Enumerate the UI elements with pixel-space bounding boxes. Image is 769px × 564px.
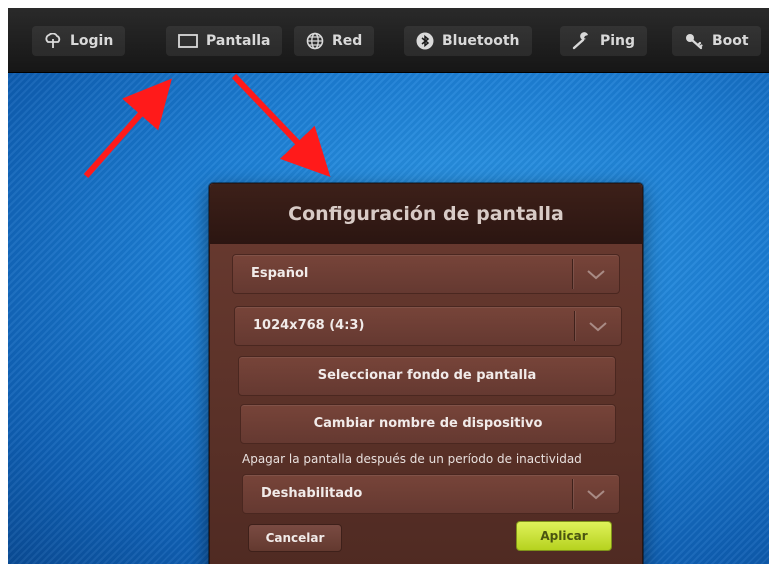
nav-item-label: Login	[70, 33, 114, 49]
screen-off-prompt: Apagar la pantalla después de un período…	[242, 452, 582, 466]
cancel-button[interactable]: Cancelar	[248, 524, 342, 552]
nav-item-label: Bluetooth	[442, 33, 520, 49]
cloud-login-icon	[44, 33, 62, 49]
bluetooth-icon	[416, 32, 434, 50]
rename-device-label: Cambiar nombre de dispositivo	[313, 416, 543, 431]
key-icon	[684, 32, 704, 50]
rename-device-button[interactable]: Cambiar nombre de dispositivo	[240, 404, 616, 444]
screen-off-select[interactable]: Deshabilitado	[242, 474, 620, 514]
nav-item-pantalla[interactable]: Pantalla	[166, 26, 283, 56]
nav-item-label: Pantalla	[206, 33, 271, 49]
language-select-value: Español	[251, 266, 309, 281]
chevron-down-icon	[585, 489, 607, 501]
monitor-icon	[178, 33, 198, 49]
nav-item-bluetooth[interactable]: Bluetooth	[404, 26, 532, 56]
select-divider	[572, 479, 573, 509]
select-wallpaper-label: Seleccionar fondo de pantalla	[317, 368, 537, 383]
nav-item-label: Ping	[600, 33, 636, 49]
resolution-select-value: 1024x768 (4:3)	[253, 318, 365, 333]
globe-icon	[306, 32, 324, 50]
nav-item-red[interactable]: Red	[294, 26, 375, 56]
chevron-down-icon	[585, 269, 607, 281]
nav-item-boot[interactable]: Boot	[672, 26, 761, 56]
dialog-title: Configuración de pantalla	[210, 184, 642, 244]
nav-item-login[interactable]: Login	[32, 26, 126, 56]
desktop-screen: Login Pantalla Red Bluetooth Ping Boot C…	[8, 8, 769, 564]
resolution-select[interactable]: 1024x768 (4:3)	[234, 306, 622, 346]
chevron-down-icon	[587, 321, 609, 333]
select-wallpaper-button[interactable]: Seleccionar fondo de pantalla	[238, 356, 616, 396]
display-settings-dialog: Configuración de pantalla Español 1024x7…	[209, 183, 643, 564]
apply-button[interactable]: Aplicar	[516, 521, 612, 551]
top-navigation-bar: Login Pantalla Red Bluetooth Ping Boot	[8, 8, 769, 73]
language-select[interactable]: Español	[232, 254, 620, 294]
nav-item-label: Boot	[712, 33, 749, 49]
wrench-icon	[572, 32, 592, 50]
select-divider	[572, 259, 573, 289]
nav-item-label: Red	[332, 33, 363, 49]
screen-off-select-value: Deshabilitado	[261, 486, 363, 501]
nav-item-ping[interactable]: Ping	[560, 26, 648, 56]
select-divider	[574, 311, 575, 341]
